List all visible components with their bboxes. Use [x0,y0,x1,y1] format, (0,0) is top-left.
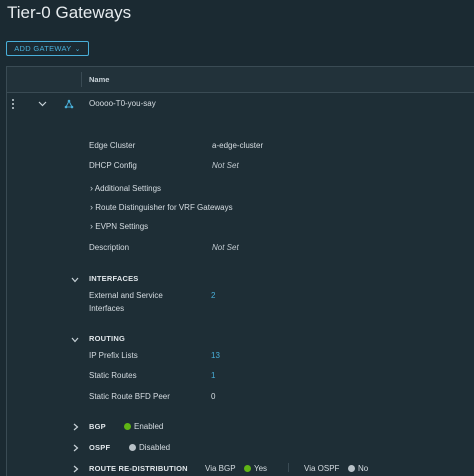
interfaces-heading: INTERFACES [89,274,139,283]
via-ospf-status: No [348,464,368,473]
chevron-right-icon: › [90,183,93,193]
chevron-down-icon[interactable] [38,101,47,107]
route-distinguisher-label: Route Distinguisher for VRF Gateways [95,203,233,212]
chevron-right-icon[interactable] [73,423,79,431]
disabled-status-dot-icon [129,444,136,451]
ip-prefix-lists-label: IP Prefix Lists [89,351,138,360]
external-interfaces-count-link[interactable]: 2 [211,291,215,300]
bgp-status: Enabled [124,422,163,431]
add-gateway-label: ADD GATEWAY [14,44,72,53]
via-bgp-status: Yes [244,464,267,473]
chevron-right-icon[interactable] [73,444,79,452]
evpn-settings-label: EVPN Settings [95,222,149,231]
static-route-bfd-count: 0 [211,392,216,401]
additional-settings-expander[interactable]: › Additional Settings [90,183,161,193]
column-header-name[interactable]: Name [89,75,109,84]
description-value: Not Set [212,243,239,252]
enabled-status-dot-icon [244,465,251,472]
gateway-name[interactable]: Ooooo-T0-you-say [89,99,156,108]
ospf-heading: OSPF [89,443,111,452]
column-separator [81,72,82,87]
gateway-topology-icon [64,99,74,109]
kebab-icon[interactable] [12,99,15,111]
bgp-status-label: Enabled [134,422,164,431]
chevron-down-icon: ⌄ [74,45,81,53]
external-interfaces-label-line1: External and Service [89,291,163,300]
enabled-status-dot-icon [124,423,131,430]
separator [288,463,289,472]
static-routes-label: Static Routes [89,371,137,380]
chevron-down-icon[interactable] [71,277,79,283]
chevron-right-icon[interactable] [73,465,79,473]
ospf-status: Disabled [129,443,170,452]
via-ospf-label: Via OSPF [304,464,340,473]
chevron-right-icon: › [90,221,93,231]
add-gateway-button[interactable]: ADD GATEWAY ⌄ [6,41,89,56]
gateways-datagrid: Name [6,66,474,476]
page-title: Tier-0 Gateways [7,3,132,22]
disabled-status-dot-icon [348,465,355,472]
edge-cluster-value: a-edge-cluster [212,141,264,150]
additional-settings-label: Additional Settings [94,184,162,193]
via-ospf-value: No [358,464,369,473]
chevron-right-icon: › [90,202,93,212]
description-label: Description [89,243,130,252]
ospf-status-label: Disabled [139,443,171,452]
via-bgp-label: Via BGP [205,464,236,473]
datagrid-header: Name [7,67,474,93]
route-distinguisher-expander[interactable]: › Route Distinguisher for VRF Gateways [90,202,233,212]
dhcp-config-value: Not Set [212,161,239,170]
routing-heading: ROUTING [89,334,125,343]
external-interfaces-label-line2: Interfaces [89,304,125,313]
evpn-settings-expander[interactable]: › EVPN Settings [90,221,148,231]
chevron-down-icon[interactable] [71,337,79,343]
edge-cluster-label: Edge Cluster [89,141,136,150]
static-routes-count-link[interactable]: 1 [211,371,215,380]
via-bgp-value: Yes [254,464,268,473]
route-redistribution-heading: ROUTE RE-DISTRIBUTION [89,464,188,473]
bgp-heading: BGP [89,422,106,431]
ip-prefix-lists-count-link[interactable]: 13 [211,351,220,360]
static-route-bfd-label: Static Route BFD Peer [89,392,170,401]
dhcp-config-label: DHCP Config [89,161,137,170]
